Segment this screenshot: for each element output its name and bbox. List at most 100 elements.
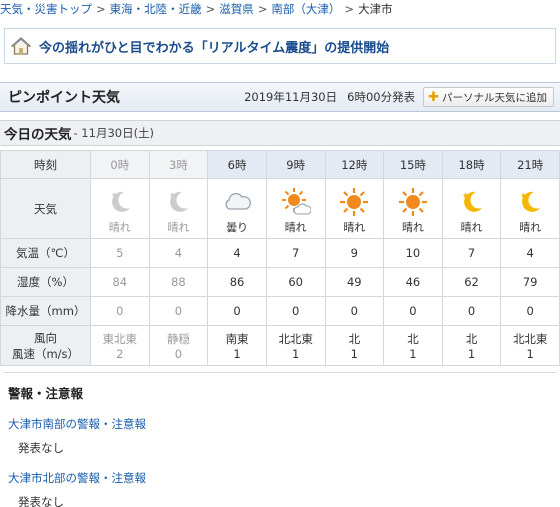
time-cell: 21時 (500, 150, 560, 179)
moon-clear-icon: ★ (520, 191, 541, 212)
time-label: 時刻 (0, 150, 91, 179)
wind-direction: 北 (407, 331, 419, 346)
humidity-cell: 79 (500, 267, 560, 297)
wind-direction: 静穏 (166, 331, 190, 346)
weather-cell: ★ 晴れ (441, 178, 502, 239)
warning-area-link[interactable]: 大津市南部の警報・注意報 (8, 416, 556, 432)
wind-speed: 1 (292, 346, 300, 361)
moon-clear-icon: ★ (169, 191, 189, 212)
temp-cell: 10 (383, 238, 443, 268)
wind-direction: 南東 (225, 331, 249, 346)
humidity-cell: 46 (383, 267, 443, 297)
time-cell: 9時 (265, 150, 326, 179)
warning-area-link[interactable]: 大津市北部の警報・注意報 (8, 470, 556, 486)
warning-status: 発表なし (18, 441, 64, 455)
wind-cell: 北北東 1 (500, 325, 560, 366)
temp-cell: 7 (265, 238, 326, 268)
wind-speed: 1 (233, 346, 241, 361)
cloud-icon (225, 192, 252, 210)
weather-cell: 晴れ (383, 178, 443, 239)
humidity-cell: 88 (148, 267, 209, 297)
weather-text: 晴れ (284, 220, 307, 234)
precip-cell: 0 (500, 296, 560, 326)
precip-row: 降水量（mm） 0 0 0 0 0 0 0 0 (0, 296, 560, 326)
wind-cell: 東北東 2 (90, 325, 150, 366)
sun-icon (398, 187, 427, 216)
temp-cell: 5 (90, 238, 150, 268)
weather-cell: ★ 晴れ (90, 178, 150, 239)
weather-text: 晴れ (401, 220, 424, 234)
humidity-cell: 86 (207, 267, 267, 297)
weather-cell: 晴れ (265, 178, 326, 239)
time-cell: 3時 (148, 150, 209, 179)
weather-cell: ★ 晴れ (148, 178, 209, 239)
house-icon (11, 37, 31, 55)
precip-cell: 0 (207, 296, 267, 326)
weather-text: 晴れ (519, 220, 542, 234)
time-cell: 15時 (383, 150, 443, 179)
breadcrumb-separator: > (257, 2, 268, 16)
today-date: - 11月30日(土) (73, 126, 155, 140)
humidity-cell: 84 (90, 267, 150, 297)
breadcrumb-link[interactable]: 東海・北陸・近畿 (110, 2, 202, 16)
wind-cell: 静穏 0 (148, 325, 209, 366)
svg-text:★: ★ (462, 191, 469, 200)
humidity-cell: 60 (265, 267, 326, 297)
precip-cell: 0 (383, 296, 443, 326)
time-row: 時刻 0時 3時 6時 9時 12時 15時 18時 21時 (0, 150, 560, 179)
wind-speed: 1 (409, 346, 417, 361)
breadcrumb-link[interactable]: 南部（大津） (271, 2, 340, 16)
today-header: 今日の天気 - 11月30日(土) (0, 120, 560, 146)
weather-text: 晴れ (460, 220, 483, 234)
warnings-title: 警報・注意報 (8, 386, 84, 401)
wind-dir-label: 風向 (34, 330, 57, 345)
precip-cell: 0 (324, 296, 385, 326)
weather-row: 天気 ★ 晴れ ★ 晴れ 曇り 晴れ 晴れ 晴れ ★ 晴れ ★ 晴れ (0, 178, 560, 239)
forecast-table: 時刻 0時 3時 6時 9時 12時 15時 18時 21時 天気 ★ 晴れ ★… (0, 150, 560, 366)
wind-label: 風向 風速（m/s） (0, 325, 91, 366)
wind-row: 風向 風速（m/s） 東北東 2 静穏 0 南東 1 北北東 1 北1 北1 北1 北北東… (0, 325, 560, 366)
wind-direction: 北 (348, 331, 361, 346)
weather-text: 晴れ (167, 220, 190, 234)
time-cell: 18時 (441, 150, 502, 179)
wind-speed: 1 (467, 346, 476, 361)
breadcrumb-link[interactable]: 天気・災害トップ (0, 2, 92, 16)
breadcrumb-separator: > (205, 2, 216, 16)
breadcrumb: 天気・災害トップ > 東海・北陸・近畿 > 滋賀県 > 南部（大津） > 大津市 (0, 0, 560, 20)
temp-cell: 9 (324, 238, 385, 268)
temp-cell: 7 (441, 238, 502, 268)
wind-speed: 1 (526, 346, 534, 361)
temp-row: 気温（℃） 5 4 4 7 9 10 7 4 (0, 238, 560, 268)
plus-icon: ✚ (428, 89, 439, 105)
pinpoint-header: ピンポイント天気 2019年11月30日 6時00分発表 ✚ パーソナル天気に追加 (0, 82, 560, 112)
precip-cell: 0 (441, 296, 502, 326)
pinpoint-title: ピンポイント天気 (8, 90, 120, 106)
breadcrumb-link[interactable]: 滋賀県 (219, 2, 254, 16)
svg-text:★: ★ (520, 191, 527, 200)
moon-clear-icon: ★ (111, 191, 130, 212)
weather-cell: ★ 晴れ (500, 178, 560, 239)
wind-cell: 北北東 1 (265, 325, 326, 366)
issued-time: 2019年11月30日 6時00分発表 (244, 89, 415, 105)
breadcrumb-current: 大津市 (358, 2, 393, 16)
weather-text: 晴れ (343, 220, 366, 234)
wind-cell: 北1 (383, 325, 443, 366)
breadcrumb-separator: > (96, 2, 106, 16)
svg-text:★: ★ (111, 191, 117, 199)
issued-date: 2019年11月30日 (244, 90, 338, 104)
precip-label: 降水量（mm） (0, 296, 91, 326)
wind-cell: 北1 (441, 325, 502, 366)
wind-speed-label: 風速（m/s） (11, 346, 80, 361)
weather-text: 曇り (226, 220, 249, 234)
sun-cloud-icon (281, 187, 311, 215)
svg-text:★: ★ (169, 191, 175, 199)
notice-link[interactable]: 今の揺れがひと目でわかる「リアルタイム震度」の提供開始 (39, 37, 389, 56)
humidity-cell: 49 (324, 267, 385, 297)
moon-clear-icon: ★ (462, 191, 482, 212)
time-cell: 12時 (324, 150, 385, 179)
humidity-cell: 62 (441, 267, 502, 297)
breadcrumb-separator: > (344, 2, 355, 16)
warnings-section: 警報・注意報 大津市南部の警報・注意報 発表なし 大津市北部の警報・注意報 発表… (4, 372, 556, 507)
add-personal-weather-button[interactable]: ✚ パーソナル天気に追加 (423, 87, 554, 107)
weather-text: 晴れ (108, 220, 131, 234)
